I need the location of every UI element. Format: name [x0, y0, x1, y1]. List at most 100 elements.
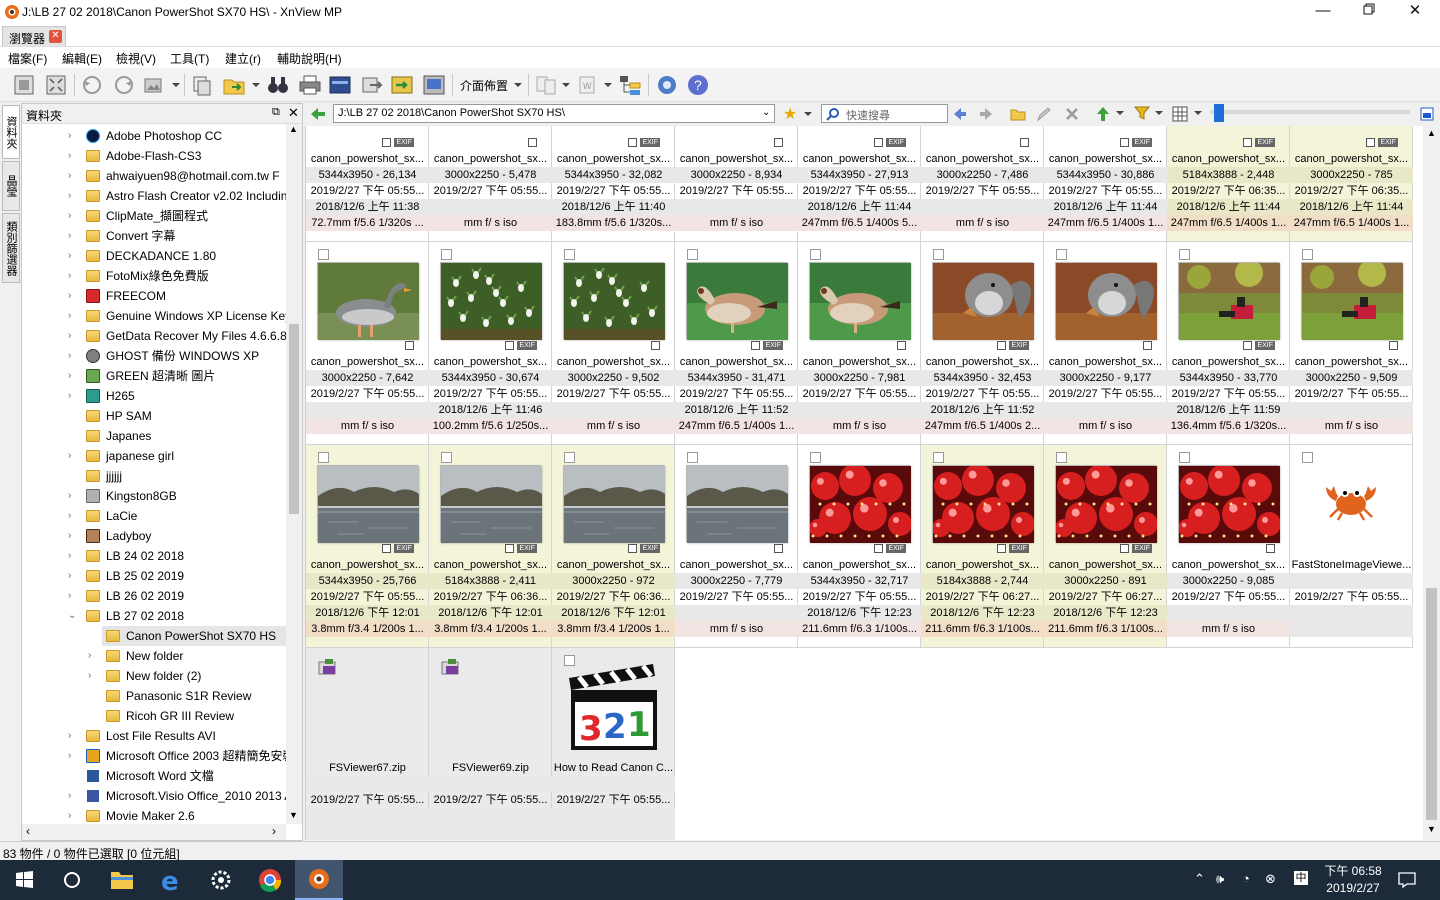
volume-icon[interactable]: 🕪: [1216, 871, 1224, 887]
grid-scroll-down-arrow-icon[interactable]: ▼: [1427, 824, 1436, 834]
image-adjust-icon[interactable]: [142, 73, 166, 97]
thumbnail-cell[interactable]: canon_powershot_sx... 3000x2250 - 9,502 20…: [552, 242, 675, 445]
compare-icon[interactable]: [534, 73, 558, 97]
thumbnail-cell[interactable]: canon_powershot_sx... 3000x2250 - 9,177 20…: [1044, 242, 1167, 445]
network-icon[interactable]: ◔: [1242, 871, 1250, 886]
folder-item[interactable]: › FREECOM: [22, 286, 286, 306]
folder-item[interactable]: › GREEN 超清晰 圖片: [22, 366, 286, 386]
folder-item[interactable]: › New folder (2): [22, 666, 286, 686]
side-tab-folders[interactable]: 資料夾: [2, 105, 20, 159]
expand-arrow-icon[interactable]: ›: [88, 666, 98, 686]
thumbnail-size-slider-thumb[interactable]: [1214, 104, 1224, 122]
expand-arrow-icon[interactable]: ›: [68, 746, 78, 766]
star-filter-icon[interactable]: ★: [783, 104, 797, 124]
thumbnail-cell[interactable]: EXIF canon_powershot_sx... 5344x3950 - 32,…: [798, 445, 921, 648]
folder-item[interactable]: › New folder: [22, 646, 286, 666]
batch-convert-icon[interactable]: [390, 73, 414, 97]
no-connection-icon[interactable]: ⊗: [1265, 871, 1276, 887]
quick-search-input[interactable]: 快速搜尋: [821, 104, 948, 123]
nav-forward-icon[interactable]: [978, 106, 994, 122]
menu-tools[interactable]: 工具(T): [170, 50, 209, 67]
notification-icon[interactable]: [1398, 872, 1416, 888]
select-checkbox[interactable]: [564, 452, 575, 463]
folder-item[interactable]: › GetData Recover My Files 4.6.6.830: [22, 326, 286, 346]
folder-item[interactable]: › ahwaiyuen98@hotmail.com.tw F: [22, 166, 286, 186]
expand-arrow-icon[interactable]: ›: [68, 226, 78, 246]
export-icon[interactable]: [360, 73, 384, 97]
menu-file[interactable]: 檔案(F): [8, 50, 47, 67]
path-input[interactable]: J:\LB 27 02 2018\Canon PowerShot SX70 HS…: [333, 104, 775, 123]
folder-item[interactable]: › Genuine Windows XP License Key: [22, 306, 286, 326]
folder-horizontal-scrollbar[interactable]: ‹ ›: [22, 824, 286, 840]
expand-arrow-icon[interactable]: ›: [68, 366, 78, 386]
folder-item[interactable]: › LB 25 02 2019: [22, 566, 286, 586]
expand-arrow-icon[interactable]: ›: [68, 206, 78, 226]
folder-item[interactable]: › FotoMix綠色免費版: [22, 266, 286, 286]
side-tab-category-filter[interactable]: 類別篩選器: [2, 213, 20, 283]
thumbnail-cell[interactable]: EXIF canon_powershot_sx... 5344x3950 - 30,…: [429, 242, 552, 445]
tray-chevron-icon[interactable]: ⌃: [1194, 871, 1205, 887]
scanner-icon[interactable]: [328, 73, 352, 97]
folder-item[interactable]: ⌄ LB 27 02 2018: [22, 606, 286, 626]
select-checkbox[interactable]: [1302, 452, 1313, 463]
select-checkbox[interactable]: [1302, 249, 1313, 260]
folder-item[interactable]: Japanes: [22, 426, 286, 446]
folder-item[interactable]: › Microsoft Office 2003 超精簡免安裝: [22, 746, 286, 766]
expand-arrow-icon[interactable]: ›: [68, 586, 78, 606]
expand-arrow-icon[interactable]: ›: [68, 126, 78, 146]
expand-arrow-icon[interactable]: ›: [68, 726, 78, 746]
gear-icon[interactable]: [655, 73, 679, 97]
select-checkbox[interactable]: [1179, 249, 1190, 260]
layout-label[interactable]: 介面佈置: [460, 77, 508, 94]
thumbnail-cell[interactable]: FastStoneImageViewe... 2019/2/27 下午 05:55…: [1290, 445, 1413, 648]
slideshow-icon[interactable]: [422, 73, 446, 97]
thumbnail-cell[interactable]: EXIF canon_powershot_sx... 3000x2250 - 891…: [1044, 445, 1167, 648]
folder-item[interactable]: jjjjjj: [22, 466, 286, 486]
thumbnail-cell[interactable]: FSViewer69.zip 2019/2/27 下午 05:55...: [429, 648, 552, 840]
folder-item[interactable]: HP SAM: [22, 406, 286, 426]
thumbnail-cell[interactable]: canon_powershot_sx... 3000x2250 - 8,934 20…: [675, 126, 798, 242]
expand-arrow-icon[interactable]: ›: [68, 386, 78, 406]
folder-item[interactable]: › Convert 字幕: [22, 226, 286, 246]
multipage-icon[interactable]: W: [576, 73, 600, 97]
expand-arrow-icon[interactable]: ›: [68, 306, 78, 326]
folder-item[interactable]: ›Canon PowerShot SX70 HS: [102, 626, 286, 646]
thumbnail-cell[interactable]: EXIF canon_powershot_sx... 5184x3888 - 2,4…: [1167, 126, 1290, 242]
file-explorer-icon[interactable]: [98, 860, 146, 900]
path-dropdown-icon[interactable]: ⌄: [762, 107, 770, 118]
expand-arrow-icon[interactable]: ›: [68, 486, 78, 506]
expand-arrow-icon[interactable]: ›: [68, 246, 78, 266]
select-checkbox[interactable]: [933, 249, 944, 260]
folder-vertical-scrollbar[interactable]: ▲ ▼: [286, 124, 302, 824]
thumbnail-cell[interactable]: EXIF canon_powershot_sx... 5184x3888 - 2,7…: [921, 445, 1044, 648]
sort-icon[interactable]: [1094, 105, 1112, 123]
thumbnail-cell[interactable]: canon_powershot_sx... 3000x2250 - 7,779 20…: [675, 445, 798, 648]
thumbnail-cell[interactable]: EXIF canon_powershot_sx... 5344x3950 - 31,…: [675, 242, 798, 445]
expand-arrow-icon[interactable]: ›: [68, 446, 78, 466]
thumbnail-cell[interactable]: canon_powershot_sx... 3000x2250 - 7,642 20…: [306, 242, 429, 445]
thumbnail-cell[interactable]: EXIF canon_powershot_sx... 5344x3950 - 27,…: [798, 126, 921, 242]
select-checkbox[interactable]: [687, 452, 698, 463]
thumbnail-cell[interactable]: canon_powershot_sx... 3000x2250 - 7,981 20…: [798, 242, 921, 445]
thumbnail-cell[interactable]: EXIF canon_powershot_sx... 5344x3950 - 33,…: [1167, 242, 1290, 445]
select-checkbox[interactable]: [318, 452, 329, 463]
expand-arrow-icon[interactable]: ›: [68, 326, 78, 346]
folder-item[interactable]: › DECKADANCE 1.80: [22, 246, 286, 266]
restore-button[interactable]: [1346, 0, 1392, 24]
scroll-left-arrow-icon[interactable]: ‹: [26, 824, 30, 838]
thumbnail-cell[interactable]: EXIF canon_powershot_sx... 3000x2250 - 785…: [1290, 126, 1413, 242]
rotate-right-icon[interactable]: [112, 73, 136, 97]
select-checkbox[interactable]: [933, 452, 944, 463]
view-mode-icon[interactable]: [1172, 106, 1188, 122]
thumbnail-cell[interactable]: EXIF canon_powershot_sx... 5344x3950 - 26,…: [306, 126, 429, 242]
expand-arrow-icon[interactable]: ›: [68, 526, 78, 546]
folder-item[interactable]: › Ladyboy: [22, 526, 286, 546]
menu-create[interactable]: 建立(r): [225, 50, 261, 67]
folder-item[interactable]: › GHOST 備份 WINDOWS XP: [22, 346, 286, 366]
folder-item[interactable]: › Adobe Photoshop CC: [22, 126, 286, 146]
move-to-folder-icon[interactable]: [222, 73, 246, 97]
thumbnail-cell[interactable]: canon_powershot_sx... 3000x2250 - 9,509 20…: [1290, 242, 1413, 445]
settings-gear-icon[interactable]: [197, 860, 245, 900]
delete-icon[interactable]: [1064, 106, 1080, 122]
select-checkbox[interactable]: [687, 249, 698, 260]
